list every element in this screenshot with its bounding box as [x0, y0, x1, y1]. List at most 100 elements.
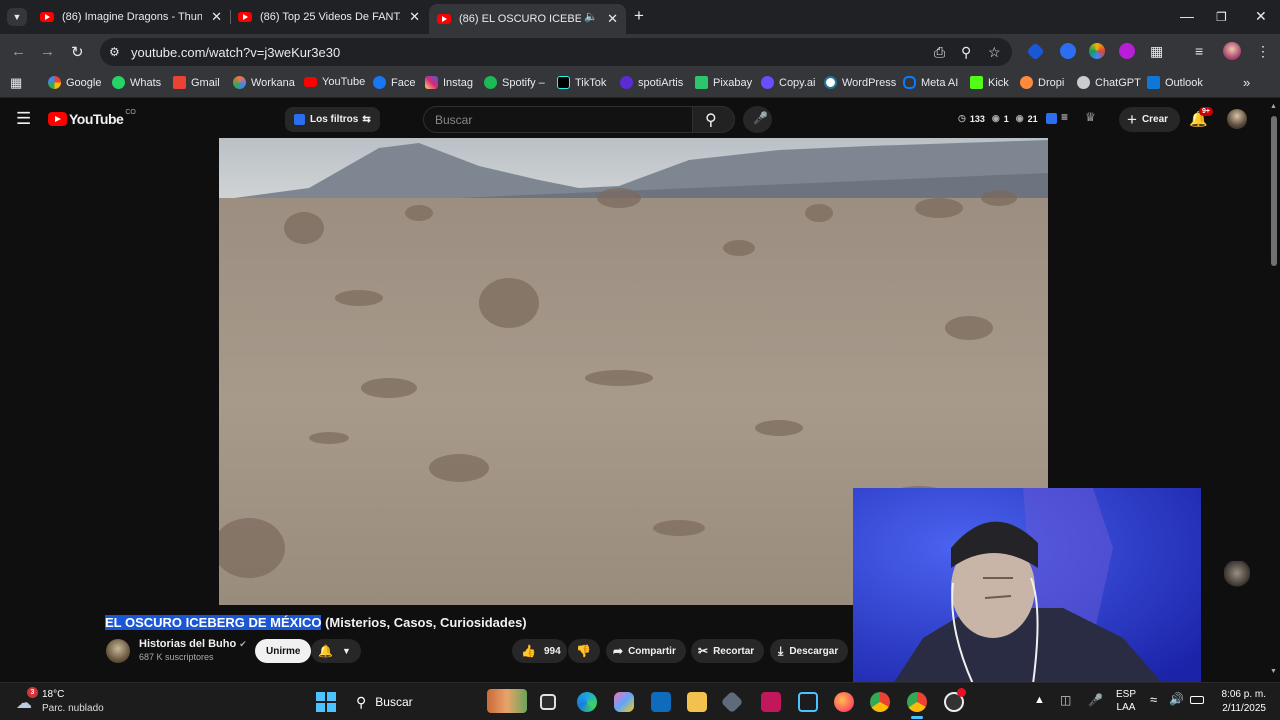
search-highlight-icon[interactable]: [487, 689, 527, 713]
scroll-up-arrow-icon[interactable]: ▲: [1270, 103, 1277, 110]
apps-grid-icon[interactable]: ▦: [10, 75, 22, 91]
scroll-down-arrow-icon[interactable]: ▼: [1270, 668, 1277, 675]
bookmark-kick[interactable]: Kick: [970, 76, 1009, 89]
bookmark-copyai[interactable]: Copy.ai: [761, 76, 815, 89]
bookmark-workana[interactable]: Workana: [233, 76, 295, 89]
install-app-icon[interactable]: ⎙: [934, 44, 945, 61]
page-scrollbar[interactable]: ▲ ▼: [1268, 100, 1280, 682]
dislike-button[interactable]: 👎: [568, 639, 600, 663]
bookmark-dropi[interactable]: Dropi: [1020, 76, 1064, 89]
download-button[interactable]: ⤓ Descargar: [770, 639, 849, 663]
minimize-window-button[interactable]: —: [1180, 8, 1194, 24]
close-window-button[interactable]: ✕: [1255, 8, 1267, 25]
search-button[interactable]: ⚲: [692, 106, 735, 133]
close-tab-icon[interactable]: ✕: [211, 9, 222, 25]
bookmark-meta-ai[interactable]: Meta AI: [903, 76, 958, 89]
microphone-icon[interactable]: 🎤: [1088, 693, 1103, 707]
extension-shield-icon[interactable]: [1026, 42, 1045, 61]
new-tab-button[interactable]: +: [634, 6, 644, 26]
edge-icon[interactable]: [577, 692, 597, 712]
search-input[interactable]: Buscar: [423, 106, 693, 133]
weather-widget[interactable]: ☁ 3 18°C Parc. nublado: [14, 687, 114, 717]
bookmark-spotify[interactable]: Spotify –: [484, 76, 545, 89]
bookmark-outlook[interactable]: Outlook: [1147, 76, 1203, 89]
join-button[interactable]: Unirme: [255, 639, 312, 663]
taskbar-search[interactable]: ⚲ Buscar: [349, 689, 479, 715]
bookmark-chatgpt[interactable]: ChatGPT: [1077, 76, 1141, 89]
close-tab-icon[interactable]: ✕: [607, 11, 618, 27]
microsoft-store-icon[interactable]: [651, 692, 671, 712]
wifi-icon[interactable]: ≈: [1150, 692, 1157, 707]
tab-el-oscuro-iceberg[interactable]: (86) EL OSCURO ICEBERG D 🔈 ✕: [429, 4, 626, 34]
share-button[interactable]: ➦ Compartir: [606, 639, 686, 663]
url-text[interactable]: youtube.com/watch?v=j3weKur3e30: [131, 45, 340, 60]
channel-name[interactable]: Historias del Buho: [139, 638, 236, 650]
hamburger-menu-icon[interactable]: ☰: [16, 109, 31, 129]
bookmark-spotiartis[interactable]: spotiArtis: [620, 76, 683, 89]
keyboard-language[interactable]: ESP LAA: [1116, 688, 1136, 714]
extension-download-icon[interactable]: [1119, 43, 1135, 59]
bookmark-tiktok[interactable]: TikTok: [557, 76, 606, 89]
subscription-bell-button[interactable]: 🔔 ▼: [311, 639, 361, 663]
maximize-window-button[interactable]: ❐: [1216, 10, 1227, 24]
filters-button[interactable]: Los filtros ⇆: [285, 107, 380, 132]
reload-icon[interactable]: ↻: [71, 43, 84, 61]
tab-search-dropdown[interactable]: ▼: [7, 8, 27, 26]
bookmark-youtube[interactable]: YouTube: [304, 76, 365, 88]
notifications-button[interactable]: 🔔 9+: [1189, 107, 1213, 129]
copilot-icon[interactable]: [614, 692, 634, 712]
bookmark-wordpress[interactable]: WordPress: [824, 76, 896, 89]
profile-avatar[interactable]: [1223, 42, 1241, 60]
extension-color-icon[interactable]: [1089, 43, 1105, 59]
start-button[interactable]: [316, 692, 336, 712]
site-info-icon[interactable]: ⚙: [109, 45, 120, 59]
more-bookmarks-icon[interactable]: »: [1243, 75, 1250, 90]
bookmark-face[interactable]: Face: [373, 76, 415, 89]
volume-icon[interactable]: 🔊: [1169, 692, 1184, 706]
bookmark-pixabay[interactable]: Pixabay: [695, 76, 752, 89]
zoom-icon[interactable]: ⚲: [961, 44, 971, 61]
list-settings-icon[interactable]: ≡: [1061, 110, 1068, 124]
voice-search-button[interactable]: 🎤: [743, 106, 772, 133]
tab-top-25-videos[interactable]: (86) Top 25 Videos De FANTASM ✕: [230, 4, 428, 30]
create-button[interactable]: + Crear: [1119, 107, 1181, 132]
clip-button[interactable]: ✂ Recortar: [691, 639, 765, 663]
extensions-puzzle-icon[interactable]: ▦: [1150, 43, 1163, 60]
bookmark-instag[interactable]: Instag: [425, 76, 473, 89]
dropi-icon: [1020, 76, 1033, 89]
clock[interactable]: 8:06 p. m. 2/11/2025: [1211, 688, 1266, 716]
user-avatar[interactable]: [1227, 109, 1247, 129]
tray-shield-icon[interactable]: ◫: [1060, 693, 1071, 707]
forward-arrow-icon[interactable]: →: [40, 43, 55, 60]
share-arrow-icon: ➦: [613, 644, 624, 658]
copyai-icon: [761, 76, 774, 89]
browser-menu-icon[interactable]: ⋮: [1256, 43, 1270, 60]
snipping-tool-icon[interactable]: [798, 692, 818, 712]
close-tab-icon[interactable]: ✕: [409, 9, 420, 25]
scrollbar-thumb[interactable]: [1271, 116, 1277, 266]
bookmark-google[interactable]: Google: [48, 76, 101, 89]
tray-overflow-chevron-icon[interactable]: ▲: [1034, 694, 1045, 706]
bookmark-gmail[interactable]: Gmail: [173, 76, 220, 89]
trophy-icon[interactable]: ♕: [1085, 110, 1096, 124]
extension-q-icon[interactable]: [1060, 43, 1076, 59]
battery-icon[interactable]: [1190, 696, 1204, 704]
chrome-active-icon[interactable]: [907, 692, 927, 712]
bookmark-star-icon[interactable]: ☆: [988, 44, 1001, 61]
channel-avatar[interactable]: [106, 639, 130, 663]
reading-list-icon[interactable]: ≡: [1195, 43, 1203, 59]
back-arrow-icon[interactable]: ←: [11, 43, 26, 60]
bookmark-whats[interactable]: Whats: [112, 76, 161, 89]
file-explorer-icon[interactable]: [687, 692, 707, 712]
address-bar[interactable]: ⚙ youtube.com/watch?v=j3weKur3e30 ⎙ ⚲ ☆: [100, 38, 1012, 66]
extension-q-icon[interactable]: [1046, 113, 1057, 124]
task-view-icon[interactable]: [540, 694, 556, 710]
app-red-icon[interactable]: [761, 692, 781, 712]
youtube-logo[interactable]: YouTube CO: [48, 109, 136, 127]
tab-imagine-dragons[interactable]: (86) Imagine Dragons - Thunde ✕: [32, 4, 230, 30]
chrome-icon[interactable]: [870, 692, 890, 712]
firefox-icon[interactable]: [834, 692, 854, 712]
like-button[interactable]: 👍 994: [512, 639, 567, 663]
app-cube-icon[interactable]: [720, 690, 744, 714]
audio-playing-icon[interactable]: 🔈: [584, 10, 598, 23]
